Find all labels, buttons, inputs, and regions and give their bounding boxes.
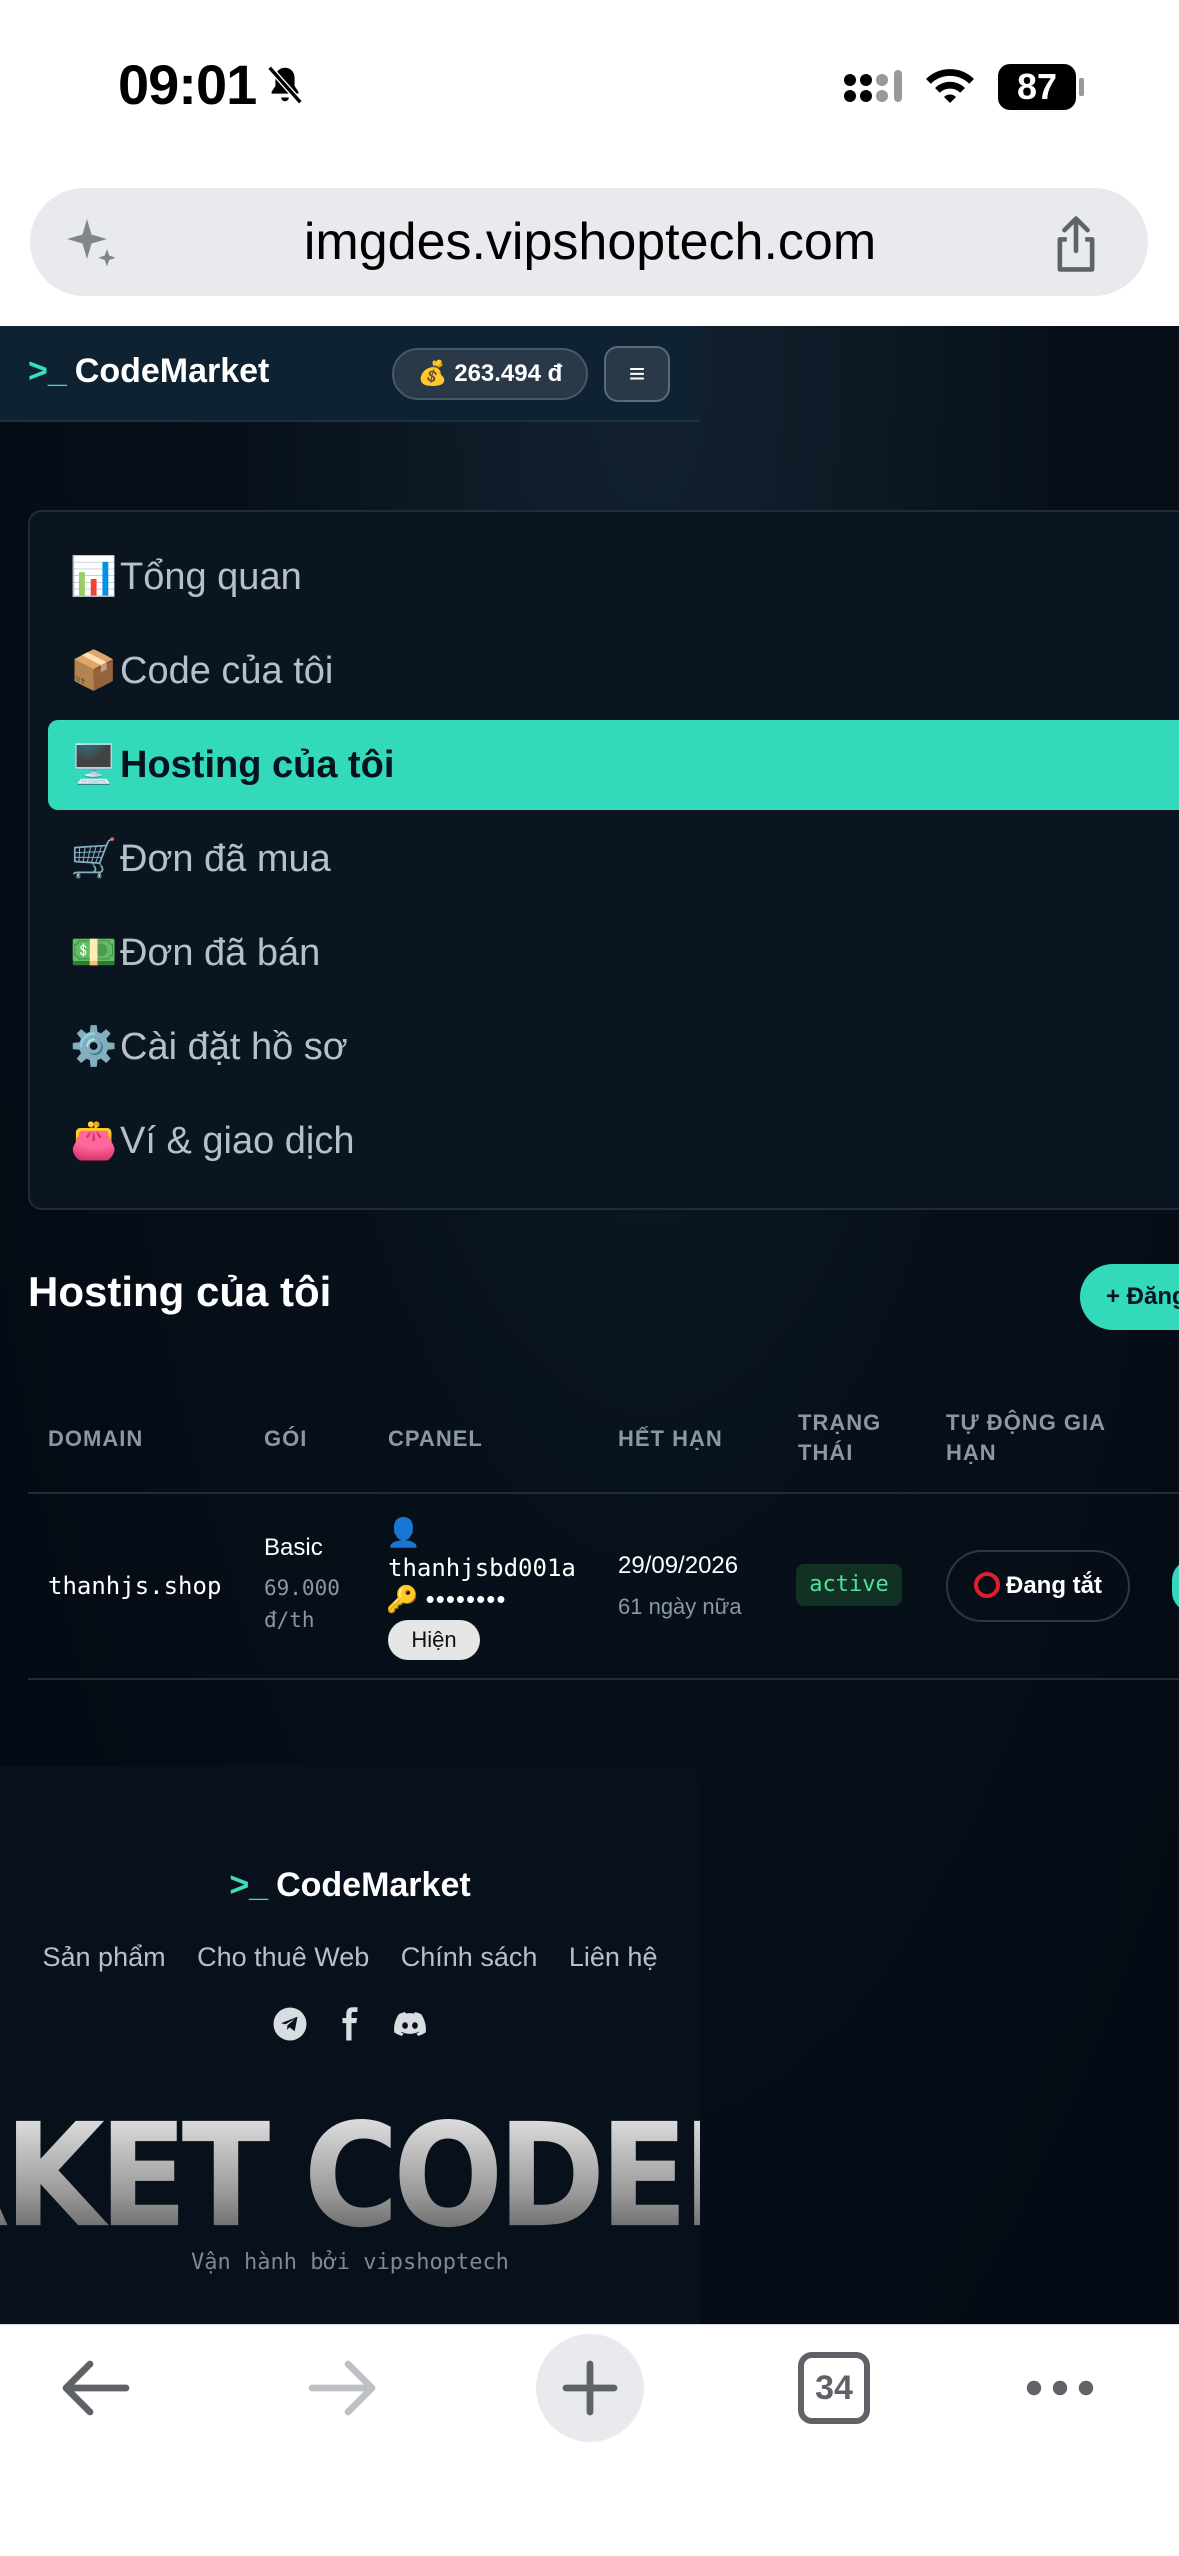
battery-indicator: 87 xyxy=(998,64,1084,110)
show-password-button[interactable]: Hiện xyxy=(388,1620,480,1660)
facebook-icon[interactable] xyxy=(332,2006,368,2042)
col-header-auto-line: HẠN xyxy=(946,1440,997,1465)
cell-expiry-remaining: 61 ngày nữa xyxy=(618,1594,742,1619)
signal-icon xyxy=(844,70,902,102)
footer-logo-prompt: >_ xyxy=(229,1866,269,1904)
col-header-cpanel: CPANEL xyxy=(388,1426,483,1451)
new-tab-button[interactable] xyxy=(536,2334,644,2442)
nav-label: Tổng quan xyxy=(120,556,302,598)
footer-link-products[interactable]: Sản phẩm xyxy=(43,1942,166,1972)
plus-icon xyxy=(562,2360,618,2416)
purse-icon: 👛 xyxy=(70,1120,118,1162)
nav-item-my-hosting[interactable]: 🖥️Hosting của tôi xyxy=(48,720,1179,810)
url-text[interactable]: imgdes.vipshoptech.com xyxy=(160,212,1020,272)
footer-link-policy[interactable]: Chính sách xyxy=(401,1942,538,1972)
brand-marquee: RKET CODEMARK xyxy=(0,2092,700,2259)
dashboard-nav: 📊Tổng quan 📦Code của tôi 🖥️Hosting của t… xyxy=(28,510,1179,1210)
nav-label: Cài đặt hồ sơ xyxy=(120,1026,348,1068)
package-icon: 📦 xyxy=(70,650,118,692)
table-divider xyxy=(28,1492,1179,1494)
footer-link-web-rental[interactable]: Cho thuê Web xyxy=(197,1942,369,1972)
bell-muted-icon xyxy=(267,65,303,105)
logo-prompt: >_ xyxy=(28,352,67,390)
forward-arrow-icon[interactable] xyxy=(306,2356,380,2420)
footer-links: Sản phẩm Cho thuê Web Chính sách Liên hệ xyxy=(0,1942,700,1973)
more-options-icon[interactable] xyxy=(1024,2368,1096,2408)
operated-by: Vận hành bởi vipshoptech xyxy=(191,2250,509,2275)
money-icon: 💵 xyxy=(70,932,118,974)
col-header-auto-renew: TỰ ĐỘNG GIA HẠN xyxy=(946,1408,1106,1468)
discord-icon[interactable] xyxy=(392,2006,428,2042)
gear-icon: ⚙️ xyxy=(70,1026,118,1068)
monitor-icon: 🖥️ xyxy=(70,744,118,786)
key-icon: 🔑 xyxy=(386,1584,419,1614)
auto-renew-toggle[interactable]: Đang tắt xyxy=(946,1550,1130,1622)
share-icon[interactable] xyxy=(1048,214,1104,274)
nav-label: Hosting của tôi xyxy=(120,744,395,786)
status-badge: active xyxy=(796,1564,902,1606)
menu-button[interactable]: ≡ xyxy=(604,346,670,402)
cell-price: 69.000 xyxy=(264,1576,340,1600)
cell-plan: Basic xyxy=(264,1534,323,1561)
sparkle-icon[interactable] xyxy=(62,214,122,274)
tab-switcher-button[interactable]: 34 xyxy=(798,2352,870,2424)
site-header: >_ CodeMarket 💰 263.494 đ ≡ xyxy=(0,326,700,422)
nav-item-sold[interactable]: 💵Đơn đã bán xyxy=(48,908,1179,998)
user-icon: 👤 xyxy=(386,1517,421,1548)
cell-expiry-date: 29/09/2026 xyxy=(618,1552,739,1579)
nav-item-wallet[interactable]: 👛Ví & giao dịch xyxy=(48,1096,1179,1186)
nav-label: Đơn đã bán xyxy=(120,932,321,974)
col-header-status-line: TRẠNG xyxy=(798,1410,882,1435)
status-bar: 09:01 87 xyxy=(0,0,1179,170)
password-mask: •••••••• xyxy=(425,1584,507,1614)
back-arrow-icon[interactable] xyxy=(58,2356,132,2420)
nav-label: Ví & giao dịch xyxy=(120,1120,355,1162)
cell-domain: thanhjs.shop xyxy=(48,1572,222,1600)
col-header-auto-line: TỰ ĐỘNG GIA xyxy=(946,1410,1107,1435)
logo-text: CodeMarket xyxy=(74,352,270,390)
status-time: 09:01 xyxy=(118,53,257,116)
chart-icon: 📊 xyxy=(70,556,118,598)
table-divider xyxy=(28,1678,1179,1680)
wallet-balance[interactable]: 💰 263.494 đ xyxy=(392,348,588,400)
nav-item-overview[interactable]: 📊Tổng quan xyxy=(48,532,1179,622)
col-header-expiry: HẾT HẠN xyxy=(618,1426,723,1451)
social-links xyxy=(0,2006,700,2042)
footer-logo[interactable]: >_ CodeMarket xyxy=(0,1866,700,1905)
footer-link-contact[interactable]: Liên hệ xyxy=(569,1942,658,1972)
col-header-domain: DOMAIN xyxy=(48,1426,144,1451)
off-circle-icon xyxy=(974,1572,1000,1598)
nav-label: Code của tôi xyxy=(120,650,334,692)
col-header-status-line: THÁI xyxy=(798,1440,854,1465)
telegram-icon[interactable] xyxy=(272,2006,308,2042)
auto-renew-label: Đang tắt xyxy=(1006,1572,1102,1599)
nav-item-purchased[interactable]: 🛒Đơn đã mua xyxy=(48,814,1179,904)
cell-price-unit: đ/th xyxy=(264,1608,315,1632)
site-footer: >_ CodeMarket Sản phẩm Cho thuê Web Chính… xyxy=(0,1766,700,2324)
col-header-plan: GÓI xyxy=(264,1426,308,1451)
nav-label: Đơn đã mua xyxy=(120,838,331,880)
cell-cpanel-username: thanhjsbd001a xyxy=(388,1554,576,1582)
col-header-status: TRẠNG THÁI xyxy=(798,1408,881,1468)
footer-logo-text: CodeMarket xyxy=(276,1866,471,1904)
cell-cpanel-password: 🔑 •••••••• xyxy=(386,1584,506,1615)
web-page: >_ CodeMarket 💰 263.494 đ ≡ 📊Tổng quan 📦C… xyxy=(0,326,1179,2324)
nav-item-profile-settings[interactable]: ⚙️Cài đặt hồ sơ xyxy=(48,1002,1179,1092)
add-hosting-button[interactable]: + Đăng xyxy=(1080,1264,1179,1330)
site-logo[interactable]: >_ CodeMarket xyxy=(28,352,269,391)
cart-icon: 🛒 xyxy=(70,838,118,880)
nav-item-my-code[interactable]: 📦Code của tôi xyxy=(48,626,1179,716)
wifi-icon xyxy=(926,69,974,103)
section-title: Hosting của tôi xyxy=(28,1268,332,1315)
